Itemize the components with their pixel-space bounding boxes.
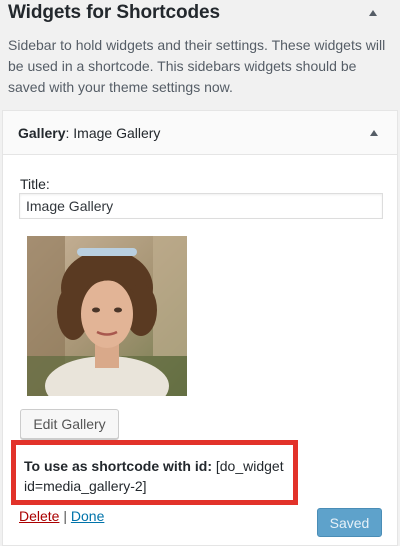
widget-control-actions: Delete | Done [19, 508, 104, 524]
sidebar-header[interactable]: Widgets for Shortcodes [0, 0, 400, 36]
shortcode-highlight: To use as shortcode with id: [do_widget … [11, 440, 298, 505]
arrow-up-icon[interactable] [370, 130, 378, 136]
widget-name: Gallery [18, 125, 66, 141]
delete-link[interactable]: Delete [19, 508, 59, 524]
gallery-thumbnail[interactable] [27, 236, 187, 396]
shortcode-info: To use as shortcode with id: [do_widget … [24, 456, 296, 496]
edit-gallery-button[interactable]: Edit Gallery [20, 409, 119, 439]
arrow-up-icon[interactable] [369, 10, 377, 16]
gallery-widget: Gallery: Image Gallery Title: Image Gall… [2, 110, 398, 546]
widget-header[interactable]: Gallery: Image Gallery [3, 111, 397, 155]
title-input[interactable] [19, 193, 383, 219]
sidebar-description: Sidebar to hold widgets and their settin… [8, 37, 386, 95]
saved-button[interactable]: Saved [317, 508, 382, 537]
portrait-image [27, 236, 187, 396]
title-label: Title: [20, 176, 50, 192]
separator: | [63, 508, 67, 524]
done-link[interactable]: Done [71, 508, 104, 524]
widget-title: Gallery: Image Gallery [18, 125, 160, 141]
widget-title-suffix: : Image Gallery [65, 125, 161, 141]
shortcode-label: To use as shortcode with id: [24, 458, 212, 474]
sidebar-title: Widgets for Shortcodes [8, 2, 220, 23]
